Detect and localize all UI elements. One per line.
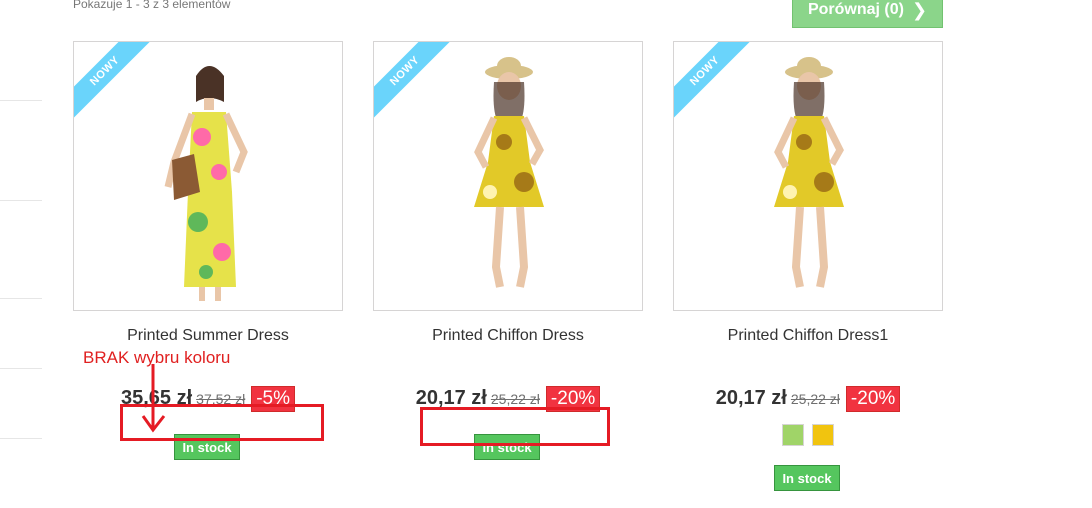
- old-price: 25,22 zł: [790, 391, 840, 407]
- left-column: [0, 0, 42, 508]
- chevron-right-icon: ❯: [911, 0, 928, 20]
- left-divider: [0, 200, 42, 201]
- color-swatch-yellow[interactable]: [812, 424, 834, 446]
- dress-photo: [474, 57, 544, 288]
- annotation-highlight-box: [120, 404, 324, 441]
- product-card[interactable]: NOWY Printed Chiffon Dress 20,17 zł 25,2…: [373, 41, 643, 460]
- product-card[interactable]: NOWY Printed Chiffon Dress1 20,17 zł 25,…: [673, 41, 943, 491]
- left-divider: [0, 438, 42, 439]
- color-swatches: [673, 424, 943, 446]
- dress-photo: [164, 66, 248, 301]
- dress-photo: [774, 57, 844, 288]
- annotation-highlight-box: [420, 407, 610, 446]
- discount-badge: -20%: [845, 386, 901, 412]
- product-price: 20,17 zł: [715, 387, 787, 409]
- product-image[interactable]: NOWY: [373, 41, 643, 311]
- compare-button-label: Porównaj (0): [807, 1, 904, 18]
- price-row: 20,17 zł 25,22 zł -20%: [673, 386, 943, 412]
- product-card[interactable]: NOWY Printed Summer Dress 35,65 zł 37,52…: [73, 41, 343, 460]
- product-image[interactable]: NOWY: [73, 41, 343, 311]
- product-count-text: Pokazuje 1 - 3 z 3 elementów: [73, 0, 231, 11]
- product-name[interactable]: Printed Summer Dress: [73, 327, 343, 345]
- product-name[interactable]: Printed Chiffon Dress1: [673, 327, 943, 345]
- product-image[interactable]: NOWY: [673, 41, 943, 311]
- left-divider: [0, 368, 42, 369]
- old-price: 25,22 zł: [490, 391, 540, 407]
- color-swatch-green[interactable]: [782, 424, 804, 446]
- left-divider: [0, 298, 42, 299]
- stock-badge: In stock: [774, 465, 840, 491]
- compare-button[interactable]: Porównaj (0) ❯: [792, 0, 943, 28]
- product-name[interactable]: Printed Chiffon Dress: [373, 327, 643, 345]
- left-divider: [0, 100, 42, 101]
